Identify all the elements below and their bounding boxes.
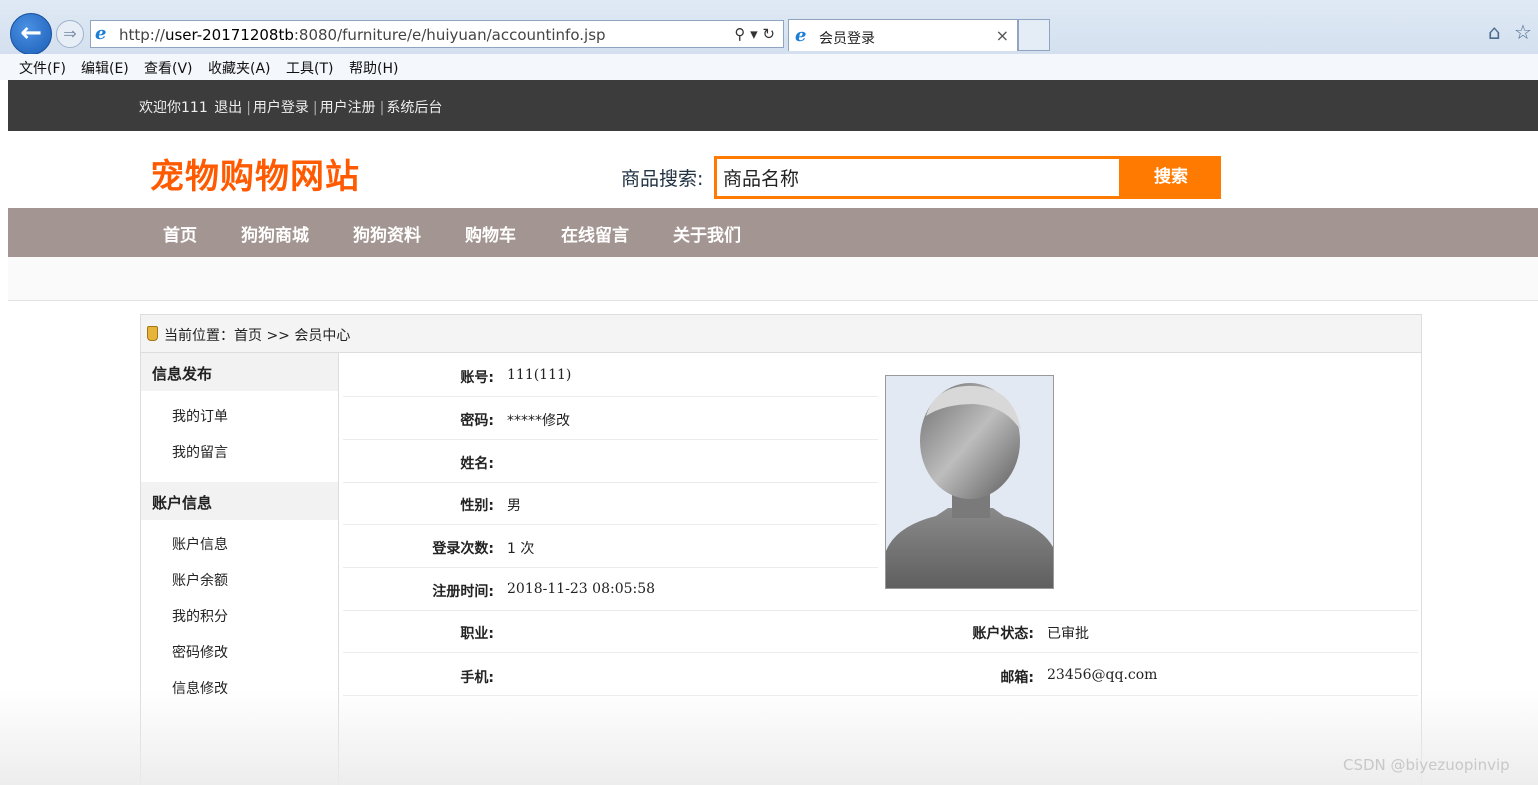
phone-label: 手机:	[460, 670, 494, 686]
main-nav: 首页 狗狗商城 狗狗资料 购物车 在线留言 关于我们	[8, 208, 1538, 257]
browser-chrome: ← ⇒ e http://user-20171208tb:8080/furnit…	[0, 0, 1538, 80]
nav-cart[interactable]: 购物车	[465, 221, 516, 246]
password-value[interactable]: *****修改	[507, 410, 570, 430]
member-sidebar: 信息发布 我的订单 我的留言 账户信息 账户信息 账户余额 我的积分 密码修改 …	[140, 353, 339, 785]
menu-favorites[interactable]: 收藏夹(A)	[208, 58, 271, 78]
search-button[interactable]: 搜索	[1121, 156, 1221, 199]
welcome-text: 欢迎你111	[139, 100, 208, 116]
ie-logo-icon: e	[795, 25, 807, 46]
nav-dog-info[interactable]: 狗狗资料	[353, 221, 421, 246]
password-label: 密码:	[460, 413, 494, 429]
sidebar-item-edit-info[interactable]: 信息修改	[172, 678, 228, 698]
close-tab-icon[interactable]: ×	[996, 26, 1009, 45]
address-bar[interactable]: e http://user-20171208tb:8080/furniture/…	[90, 20, 784, 48]
sidebar-item-orders[interactable]: 我的订单	[172, 406, 228, 426]
watermark-text: CSDN @biyezuopinvip	[1343, 756, 1510, 774]
sidebar-item-points[interactable]: 我的积分	[172, 606, 228, 626]
sidebar-item-change-password[interactable]: 密码修改	[172, 642, 228, 662]
email-value: 23456@qq.com	[1047, 667, 1158, 683]
sidebar-item-balance[interactable]: 账户余额	[172, 570, 228, 590]
menu-view[interactable]: 查看(V)	[144, 58, 193, 78]
menu-help[interactable]: 帮助(H)	[349, 58, 398, 78]
admin-link[interactable]: 系统后台	[386, 100, 442, 116]
sidebar-group-publish: 信息发布	[141, 353, 338, 391]
menu-edit[interactable]: 编辑(E)	[81, 58, 129, 78]
avatar	[885, 375, 1054, 589]
register-time-label: 注册时间:	[432, 584, 494, 600]
job-label: 职业:	[460, 626, 494, 642]
nav-messages[interactable]: 在线留言	[561, 221, 629, 246]
sidebar-group-account: 账户信息	[141, 482, 338, 520]
breadcrumb: 当前位置：首页 >> 会员中心	[140, 314, 1422, 353]
username-label: 账号:	[460, 370, 494, 386]
login-count-value: 1 次	[507, 541, 535, 557]
gender-value: 男	[507, 498, 521, 514]
tab-title: 会员登录	[819, 31, 875, 47]
nav-about[interactable]: 关于我们	[673, 221, 741, 246]
back-arrow-icon[interactable]: ←	[10, 13, 52, 55]
search-refresh-icon[interactable]: ⚲ ▾ ↻	[734, 25, 775, 43]
breadcrumb-text: 当前位置：首页 >> 会员中心	[164, 328, 351, 344]
favorites-star-icon[interactable]: ☆	[1514, 20, 1532, 44]
sidebar-item-messages[interactable]: 我的留言	[172, 442, 228, 462]
home-icon[interactable]: ⌂	[1488, 20, 1501, 44]
logout-link[interactable]: 退出	[214, 100, 242, 116]
account-status-value: 已审批	[1047, 626, 1089, 642]
register-time-value: 2018-11-23 08:05:58	[507, 581, 656, 597]
username-value: 111(111)	[507, 367, 572, 383]
menu-file[interactable]: 文件(F)	[19, 58, 66, 78]
nav-dog-mall[interactable]: 狗狗商城	[241, 221, 309, 246]
site-topbar: 欢迎你111 退出 | 用户登录 | 用户注册 | 系统后台	[8, 80, 1538, 131]
new-tab-button[interactable]	[1018, 19, 1050, 51]
address-url[interactable]: http://user-20171208tb:8080/furniture/e/…	[119, 26, 606, 44]
search-field[interactable]	[714, 156, 1122, 199]
browser-menubar: 文件(F) 编辑(E) 查看(V) 收藏夹(A) 工具(T) 帮助(H)	[0, 54, 1538, 80]
email-label: 邮箱:	[1000, 670, 1034, 686]
location-icon	[147, 326, 158, 341]
nav-spacer	[8, 257, 1538, 301]
account-status-label: 账户状态:	[972, 626, 1034, 642]
gender-label: 性别:	[460, 498, 494, 514]
register-link[interactable]: 用户注册	[320, 100, 376, 116]
name-label: 姓名:	[460, 456, 494, 472]
nav-home[interactable]: 首页	[163, 221, 197, 246]
sidebar-item-account-info[interactable]: 账户信息	[172, 534, 228, 554]
ie-logo-icon: e	[95, 23, 107, 44]
forward-arrow-icon[interactable]: ⇒	[56, 20, 84, 48]
site-logo[interactable]: 宠物购物网站	[150, 149, 360, 198]
login-link[interactable]: 用户登录	[253, 100, 309, 116]
person-silhouette-icon	[886, 376, 1053, 588]
login-count-label: 登录次数:	[432, 541, 494, 557]
search-label: 商品搜索:	[621, 168, 704, 190]
browser-tab[interactable]: e 会员登录 ×	[788, 19, 1018, 51]
search-input[interactable]	[717, 159, 1119, 196]
menu-tools[interactable]: 工具(T)	[286, 58, 333, 78]
account-info-panel	[339, 353, 1422, 785]
